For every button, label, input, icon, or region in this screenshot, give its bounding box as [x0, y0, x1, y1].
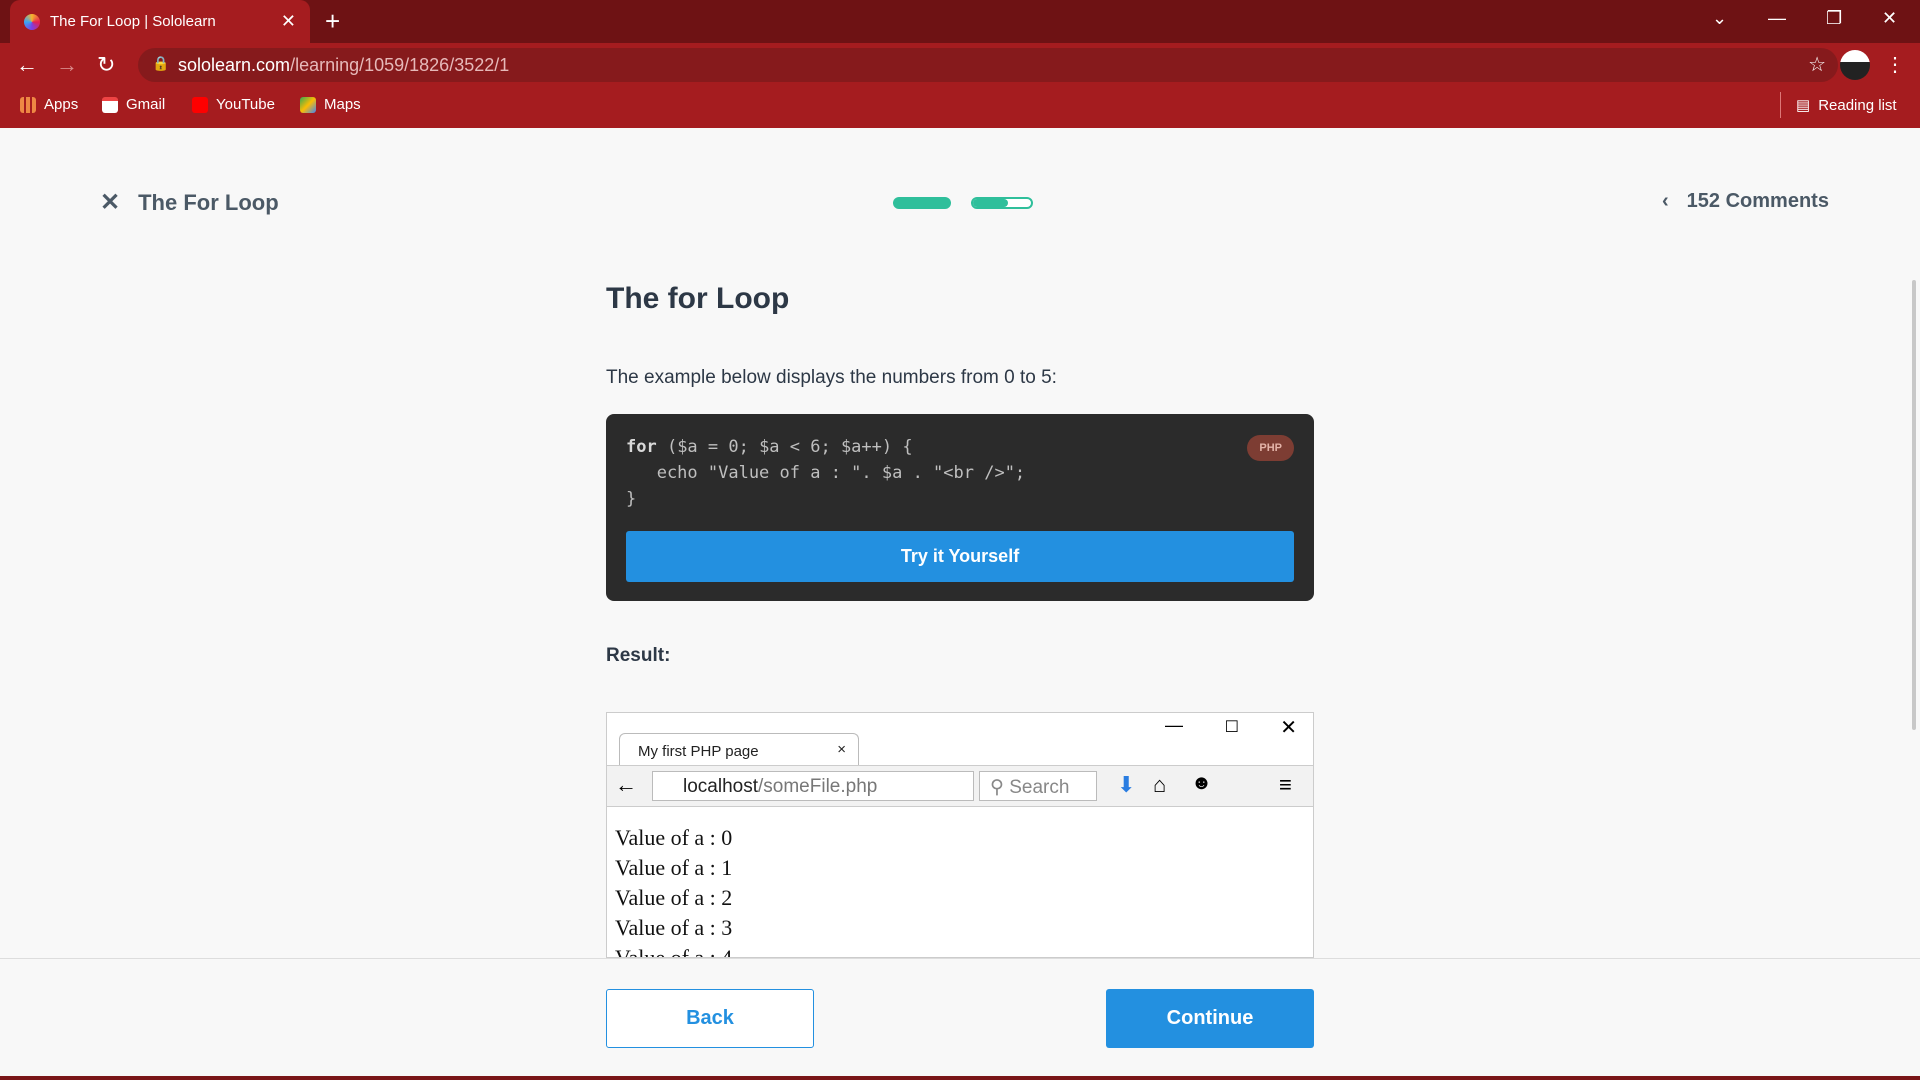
close-lesson-icon[interactable]: ✕	[100, 188, 120, 217]
minimize-icon[interactable]: —	[1768, 8, 1786, 29]
close-icon: ✕	[1280, 717, 1297, 739]
back-nav-icon[interactable]: ←	[16, 52, 38, 78]
bookmarks-bar	[0, 86, 1920, 128]
bookmark-label: Apps	[44, 96, 79, 113]
tab-title: The For Loop | Sololearn	[50, 13, 216, 30]
bookmark-label: Maps	[324, 96, 361, 113]
page-title: The for Loop	[606, 282, 790, 315]
screenshot-url-path: /someFile.php	[758, 776, 878, 797]
close-icon: ×	[837, 741, 846, 758]
divider	[1780, 92, 1781, 118]
apps-grid-icon	[20, 96, 36, 113]
tab-search-icon[interactable]: ⌄	[1712, 8, 1727, 29]
maximize-icon: ☐	[1224, 719, 1239, 736]
comments-count: 152 Comments	[1686, 190, 1829, 212]
maps-icon	[300, 96, 316, 113]
code-line-1: ($a = 0; $a < 6; $a++) {	[656, 437, 913, 457]
lock-icon: 🔒	[152, 55, 170, 71]
url-host: sololearn.com	[178, 54, 291, 75]
gmail-icon	[102, 96, 118, 113]
try-it-yourself-button[interactable]: Try it Yourself	[626, 531, 1294, 582]
code-text: for ($a = 0; $a < 6; $a++) { echo "Value…	[626, 434, 1025, 512]
result-label: Result:	[606, 645, 671, 666]
address-bar[interactable]: 🔒 sololearn.com/learning/1059/1826/3522/…	[138, 48, 1838, 82]
reading-list-icon: ▤	[1796, 97, 1811, 114]
reading-list-button[interactable]: ▤ Reading list	[1796, 96, 1897, 115]
youtube-icon	[192, 96, 208, 113]
screenshot-tab: My first PHP page ×	[619, 733, 859, 765]
forward-nav-icon[interactable]: →	[56, 52, 78, 78]
download-icon: ⬇	[1117, 772, 1136, 797]
back-arrow-icon: ←	[615, 772, 637, 797]
screenshot-url-host: localhost	[683, 776, 758, 797]
screenshot-toolbar: ← localhost/someFile.php ⚲ Search ⬇ ⌂ ☻ …	[607, 765, 1313, 807]
chevron-left-icon: ‹	[1662, 190, 1669, 212]
code-keyword: for	[626, 437, 657, 457]
browser-tab[interactable]: The For Loop | Sololearn ✕	[10, 0, 310, 43]
restore-icon[interactable]: ❐	[1826, 8, 1842, 29]
bottom-border	[0, 1076, 1920, 1080]
code-line-3: }	[626, 489, 637, 509]
back-button[interactable]: Back	[606, 989, 814, 1048]
screenshot-search: ⚲ Search	[979, 771, 1097, 801]
comments-link[interactable]: ‹ 152 Comments	[1662, 190, 1829, 213]
bookmark-apps[interactable]: Apps	[20, 96, 78, 113]
close-window-icon[interactable]: ✕	[1882, 8, 1897, 29]
screenshot-url: localhost/someFile.php	[652, 771, 974, 801]
url-path: /learning/1059/1826/3522/1	[290, 54, 510, 75]
output-line: Value of a : 4	[615, 945, 733, 958]
progress-step-2[interactable]	[971, 197, 1033, 209]
chat-icon: ☻	[1191, 772, 1213, 794]
language-badge: PHP	[1247, 435, 1294, 461]
progress-fill	[973, 199, 1008, 207]
output-line: Value of a : 1	[615, 855, 733, 880]
footer	[0, 958, 1920, 1080]
sololearn-logo-icon	[24, 13, 40, 30]
code-block: for ($a = 0; $a < 6; $a++) { echo "Value…	[606, 414, 1314, 601]
bookmark-gmail[interactable]: Gmail	[102, 96, 165, 113]
result-screenshot: — ☐ ✕ My first PHP page × ← localhost/som…	[606, 712, 1314, 958]
new-tab-button[interactable]: +	[325, 6, 340, 37]
bookmark-label: Gmail	[126, 96, 166, 113]
bookmark-label: YouTube	[216, 96, 275, 113]
home-icon: ⌂	[1153, 772, 1167, 797]
code-line-2: echo "Value of a : ". $a . "<br />";	[626, 463, 1026, 483]
minimize-icon: —	[1165, 715, 1183, 735]
bookmark-maps[interactable]: Maps	[300, 96, 361, 113]
screenshot-search-text: Search	[1009, 777, 1070, 798]
lesson-header-title: The For Loop	[138, 189, 279, 215]
screenshot-output: Value of a : 0 Value of a : 1 Value of a…	[615, 823, 733, 958]
output-line: Value of a : 2	[615, 885, 733, 910]
continue-button[interactable]: Continue	[1106, 989, 1314, 1048]
output-line: Value of a : 3	[615, 915, 733, 940]
scrollbar[interactable]	[1912, 280, 1916, 730]
lesson-paragraph: The example below displays the numbers f…	[606, 367, 1057, 388]
reading-list-label: Reading list	[1818, 96, 1897, 114]
reload-icon[interactable]: ↻	[97, 52, 115, 78]
lesson-header: ✕ The For Loop	[100, 188, 279, 217]
hamburger-icon: ≡	[1279, 772, 1292, 797]
progress-step-1[interactable]	[893, 197, 951, 209]
output-line: Value of a : 0	[615, 825, 733, 850]
bookmark-star-icon[interactable]: ☆	[1808, 52, 1826, 77]
screenshot-tab-title: My first PHP page	[638, 743, 759, 760]
bookmark-youtube[interactable]: YouTube	[192, 96, 275, 113]
close-tab-icon[interactable]: ✕	[281, 11, 296, 32]
menu-icon[interactable]: ⋮	[1885, 52, 1905, 77]
profile-avatar[interactable]	[1840, 50, 1870, 80]
